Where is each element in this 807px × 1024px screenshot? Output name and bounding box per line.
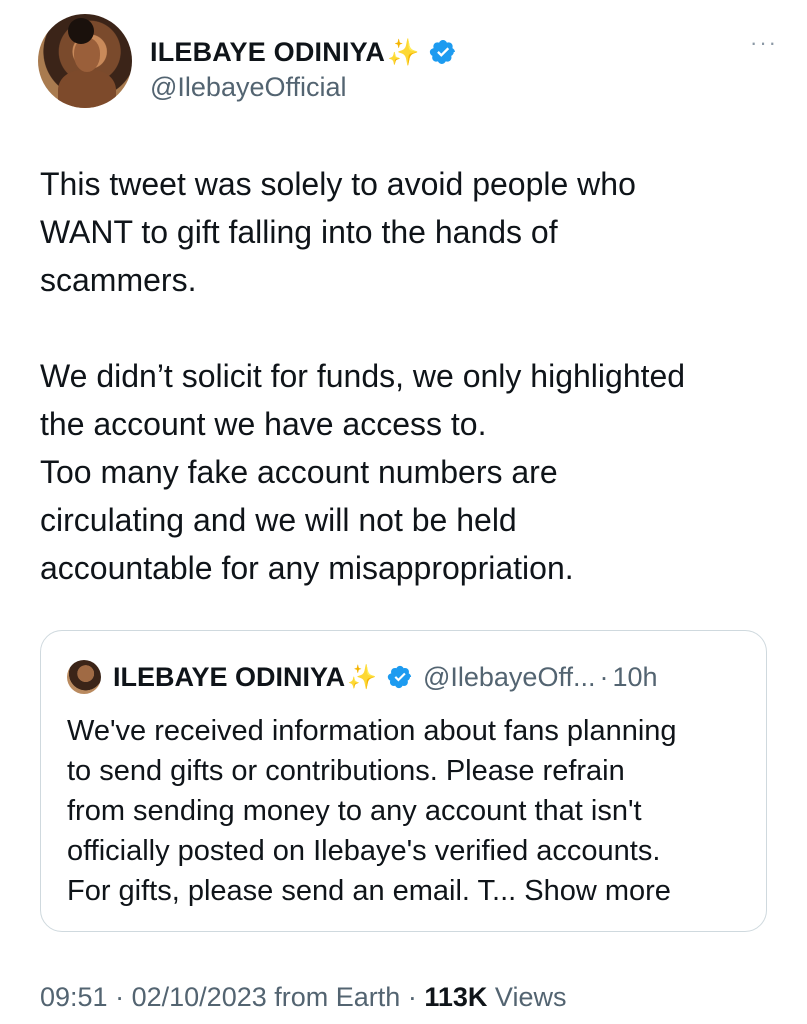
show-more-link[interactable]: Show more [524, 875, 671, 907]
verified-badge-icon [430, 40, 456, 64]
quoted-tweet-card[interactable]: ILEBAYE ODINIYA ✨ @IlebayeOff... · 10h W… [40, 630, 767, 932]
separator-dot: · [407, 982, 417, 1012]
views-count: 113K [424, 982, 488, 1012]
separator-dot: · [599, 661, 609, 692]
quoted-tweet-header: ILEBAYE ODINIYA ✨ @IlebayeOff... · 10h [67, 659, 658, 695]
tweet-source: from Earth [274, 982, 401, 1012]
avatar-body [58, 70, 116, 108]
quoted-display-name: ILEBAYE ODINIYA [113, 661, 346, 692]
avatar[interactable] [38, 14, 132, 108]
separator-dot: · [115, 982, 125, 1012]
tweet-header: ILEBAYE ODINIYA ✨ @IlebayeOfficial ··· [38, 14, 778, 114]
sparkle-icon: ✨ [387, 37, 420, 67]
quoted-handle: @IlebayeOff... [422, 661, 596, 692]
tweet-paragraph-1: This tweet was solely to avoid people wh… [40, 166, 636, 298]
tweet-metadata: 09:51 · 02/10/2023 from Earth · 113K Vie… [40, 982, 566, 1013]
quoted-timestamp: 10h [612, 661, 658, 692]
quoted-tweet-text: We've received information about fans pl… [67, 711, 747, 911]
author-name-row: ILEBAYE ODINIYA ✨ [150, 34, 457, 70]
more-options-icon[interactable]: ··· [750, 30, 778, 56]
tweet-paragraph-2: We didn’t solicit for funds, we only hig… [40, 358, 686, 586]
tweet-text: This tweet was solely to avoid people wh… [40, 160, 780, 592]
views-label: Views [494, 982, 567, 1012]
verified-badge-icon [387, 665, 412, 689]
tweet-date[interactable]: 02/10/2023 [132, 982, 267, 1012]
tweet-time[interactable]: 09:51 [40, 982, 108, 1012]
author-display-name[interactable]: ILEBAYE ODINIYA [150, 37, 385, 68]
author-handle[interactable]: @IlebayeOfficial [150, 72, 347, 103]
quoted-avatar [67, 660, 101, 694]
avatar-hair [68, 18, 94, 44]
sparkle-icon: ✨ [347, 663, 377, 691]
